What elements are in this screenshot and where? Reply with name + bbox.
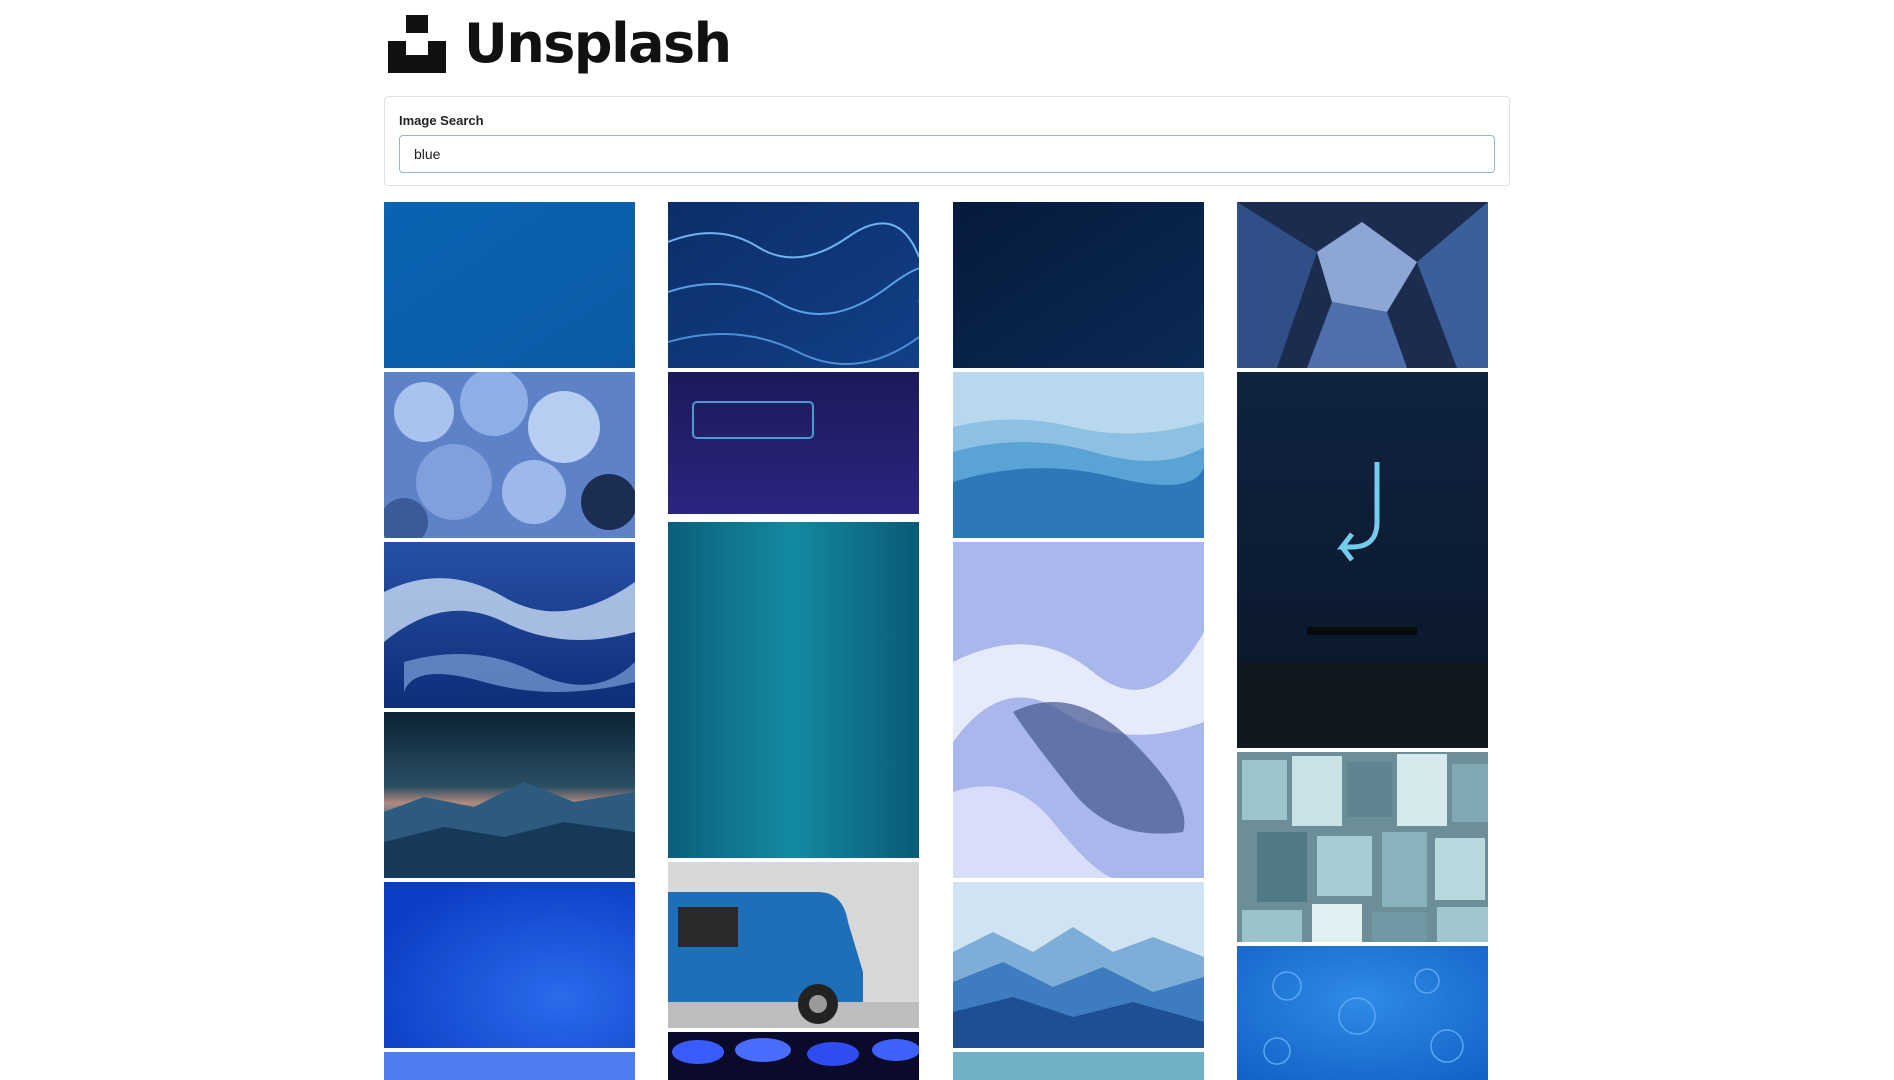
image-tile[interactable] xyxy=(1237,946,1488,1080)
image-tile[interactable] xyxy=(1237,202,1488,368)
photo-teal-tiles xyxy=(1237,752,1488,942)
unsplash-logo-icon xyxy=(388,15,446,73)
image-tile[interactable] xyxy=(384,372,635,538)
image-tile[interactable] xyxy=(953,542,1204,878)
image-tile[interactable] xyxy=(384,882,635,1048)
photo-hydrangea xyxy=(384,372,635,538)
photo-blue-food-truck xyxy=(668,862,919,1028)
image-tile[interactable] xyxy=(953,882,1204,1048)
image-tile[interactable] xyxy=(384,712,635,878)
search-label: Image Search xyxy=(399,113,484,128)
image-tile[interactable] xyxy=(384,1052,635,1080)
image-tile[interactable] xyxy=(668,202,919,368)
image-tile[interactable] xyxy=(1237,752,1488,942)
photo-solid-blue xyxy=(384,202,635,368)
image-tile[interactable] xyxy=(668,372,919,514)
image-tile[interactable] xyxy=(1237,372,1488,748)
photo-blue-peaks xyxy=(953,882,1204,1048)
photo-mountain-dusk xyxy=(384,712,635,878)
photo-neon-arrow-cafe xyxy=(1237,372,1488,748)
image-tile[interactable] xyxy=(953,202,1204,368)
photo-geometric-skylight xyxy=(1237,202,1488,368)
photo-frozen-ice xyxy=(953,542,1204,878)
image-tile[interactable] xyxy=(953,1052,1204,1080)
photo-misty-mountains xyxy=(953,372,1204,538)
photo-neon-sign xyxy=(668,372,919,514)
photo-water-caustics xyxy=(668,202,919,368)
unsplash-logo[interactable]: Unsplash xyxy=(388,10,732,78)
photo-teal-streaks xyxy=(668,522,919,858)
image-tile[interactable] xyxy=(668,862,919,1028)
photo-bubbles xyxy=(1237,946,1488,1080)
search-input[interactable] xyxy=(399,135,1495,173)
image-tile[interactable] xyxy=(953,372,1204,538)
image-tile[interactable] xyxy=(668,1032,919,1080)
image-tile[interactable] xyxy=(668,522,919,858)
photo-teal-fade xyxy=(953,1052,1204,1080)
photo-periwinkle xyxy=(384,1052,635,1080)
photo-umbrellas xyxy=(668,1032,919,1080)
search-panel: Image Search xyxy=(384,96,1510,186)
photo-blue-water xyxy=(384,882,635,1048)
photo-ocean-waves xyxy=(384,542,635,708)
photo-night-sky xyxy=(953,202,1204,368)
brand-name: Unsplash xyxy=(464,12,732,75)
image-tile[interactable] xyxy=(384,542,635,708)
image-tile[interactable] xyxy=(384,202,635,368)
